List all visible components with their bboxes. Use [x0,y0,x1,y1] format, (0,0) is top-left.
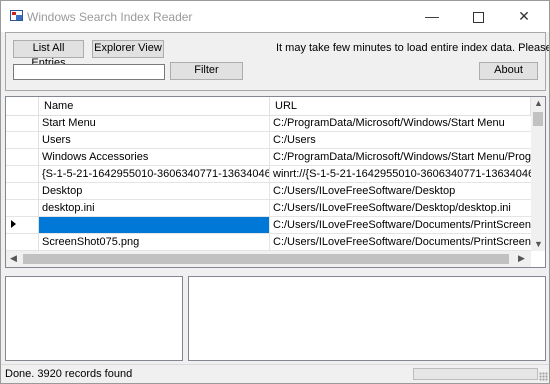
cell-name[interactable]: {S-1-5-21-1642955010-3606340771-13634046… [39,166,270,182]
row-header[interactable] [6,166,39,183]
resize-grip-icon[interactable] [539,372,548,381]
cell-url[interactable]: C:/ProgramData/Microsoft/Windows/Start M… [270,149,532,165]
status-text: Done. 3920 records found [5,368,133,380]
table-row[interactable]: Start Menu C:/ProgramData/Microsoft/Wind… [6,115,545,132]
cell-url[interactable]: C:/Users/ILoveFreeSoftware/Documents/Pri… [270,217,532,233]
maximize-icon [472,11,484,23]
left-detail-pane[interactable] [5,276,183,361]
filter-button[interactable]: Filter [170,62,243,80]
scroll-up-icon[interactable]: ▲ [534,98,543,108]
cell-name[interactable]: Desktop [39,183,270,199]
vertical-scrollbar[interactable]: ▲ ▼ [531,97,545,251]
scroll-down-icon[interactable]: ▼ [534,239,543,249]
column-header-url[interactable]: URL [270,97,531,115]
cell-url[interactable]: C:/Users/ILoveFreeSoftware/Desktop/deskt… [270,200,532,216]
progress-bar [413,368,538,380]
cell-url[interactable]: C:/Users [270,132,532,148]
horizontal-scrollbar[interactable]: ◀ ▶ [6,251,531,267]
row-header[interactable] [6,149,39,166]
title-bar[interactable]: Windows Search Index Reader — ✕ [1,1,549,32]
row-header[interactable] [6,200,39,217]
index-grid[interactable]: Name URL Start Menu C:/ProgramData/Micro… [5,96,546,268]
minimize-button[interactable]: — [409,1,455,32]
horizontal-scroll-thumb[interactable] [23,254,509,264]
table-row[interactable]: Users C:/Users [6,132,545,149]
row-header-corner [6,97,39,115]
table-row[interactable]: Windows Accessories C:/ProgramData/Micro… [6,149,545,166]
status-bar: Done. 3920 records found [1,364,549,383]
row-header[interactable] [6,234,39,251]
cell-url[interactable]: C:/Users/ILoveFreeSoftware/Desktop [270,183,532,199]
close-button[interactable]: ✕ [501,1,547,32]
row-header[interactable] [6,183,39,200]
cell-url[interactable]: C:/ProgramData/Microsoft/Windows/Start M… [270,115,532,131]
vertical-scroll-thumb[interactable] [533,112,543,126]
row-header[interactable] [6,115,39,132]
explorer-view-button[interactable]: Explorer View [92,40,164,58]
current-row-marker-icon [11,220,16,228]
row-header[interactable] [6,132,39,149]
right-detail-pane[interactable] [188,276,546,361]
list-all-entries-button[interactable]: List All Entries [13,40,84,69]
loading-note: It may take few minutes to load entire i… [276,42,550,54]
table-row[interactable]: ScreenShot075.png C:/Users/ILoveFreeSoft… [6,234,545,251]
window-title: Windows Search Index Reader [27,10,193,24]
maximize-button[interactable] [455,1,501,32]
scroll-right-icon[interactable]: ▶ [518,253,525,264]
table-row[interactable]: desktop.ini C:/Users/ILoveFreeSoftware/D… [6,200,545,217]
cell-name[interactable]: Windows Accessories [39,149,270,165]
grid-header: Name URL [6,97,531,116]
filter-input[interactable] [13,64,165,80]
table-row[interactable]: Desktop C:/Users/ILoveFreeSoftware/Deskt… [6,183,545,200]
cell-name[interactable]: ScreenShot075.png [39,234,270,250]
table-row-selected[interactable]: C:/Users/ILoveFreeSoftware/Documents/Pri… [6,217,545,234]
cell-name[interactable]: Users [39,132,270,148]
cell-name[interactable] [39,217,270,233]
cell-name[interactable]: desktop.ini [39,200,270,216]
cell-name[interactable]: Start Menu [39,115,270,131]
scroll-left-icon[interactable]: ◀ [10,253,17,264]
cell-url[interactable]: C:/Users/ILoveFreeSoftware/Documents/Pri… [270,234,532,250]
app-window: Windows Search Index Reader — ✕ List All… [0,0,550,384]
row-header[interactable] [6,217,39,234]
cell-url[interactable]: winrt://{S-1-5-21-1642955010-3606340771-… [270,166,532,182]
app-icon [10,10,23,21]
table-row[interactable]: {S-1-5-21-1642955010-3606340771-13634046… [6,166,545,183]
about-button[interactable]: About [479,62,538,80]
toolbar-panel: List All Entries Explorer View Filter It… [5,32,549,91]
column-header-name[interactable]: Name [39,97,270,115]
